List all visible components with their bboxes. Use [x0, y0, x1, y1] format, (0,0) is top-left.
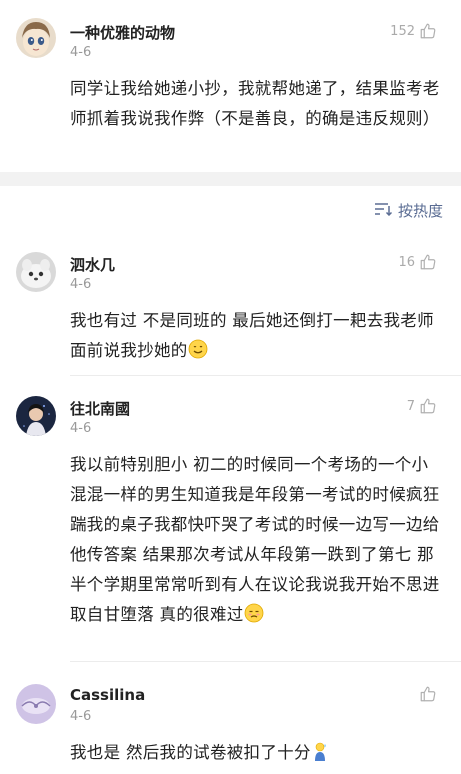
like-count: 152: [390, 23, 415, 39]
sort-button[interactable]: 按热度: [374, 200, 443, 221]
comment-text: 我也有过 不是同班的 最后她还倒打一耙去我老师面前说我抄她的: [70, 311, 434, 360]
username[interactable]: 泗水几: [70, 254, 115, 275]
sort-label: 按热度: [397, 202, 443, 220]
sad-emoji-icon: [244, 603, 264, 633]
sort-bar: 按热度: [0, 186, 461, 232]
section-divider: [0, 172, 461, 186]
comment-text: 同学让我给她递小抄，我就帮她递了，结果监考老师抓着我说我作弊（不是善良，的确是违…: [70, 79, 440, 128]
like-button[interactable]: 152: [390, 22, 437, 40]
avatar[interactable]: [16, 396, 56, 436]
thumbs-up-icon: [419, 685, 437, 703]
avatar[interactable]: [16, 18, 56, 58]
comment-date: 4-6: [70, 45, 92, 60]
thumbs-up-icon: [419, 22, 437, 40]
comment-text: 我也是 然后我的试卷被扣了十分: [70, 743, 311, 762]
comment-text-block: 我也是 然后我的试卷被扣了十分: [70, 738, 443, 771]
comment-item: 泗水几 4-6 16 我也有过 不是同班的 最后她还倒打一耙去我老师面前说我抄她…: [0, 232, 461, 376]
smile-emoji-icon: [188, 339, 208, 369]
like-count: 16: [398, 254, 415, 270]
comment-date: 4-6: [70, 709, 92, 724]
avatar[interactable]: [16, 252, 56, 292]
thumbs-up-icon: [419, 253, 437, 271]
like-count: 7: [406, 398, 415, 414]
avatar[interactable]: [16, 684, 56, 724]
like-button[interactable]: [415, 685, 437, 703]
like-button[interactable]: 16: [398, 253, 437, 271]
like-button[interactable]: 7: [407, 397, 437, 415]
username[interactable]: Cassilina: [70, 686, 145, 704]
comment-item: 往北南國 4-6 7 我以前特别胆小 初二的时候同一个考场的一个小混混一样的男生…: [0, 376, 461, 662]
top-comment: 一种优雅的动物 4-6 152 同学让我给她递小抄，我就帮她递了，结果监考老师抓…: [0, 0, 461, 172]
comment-text-block: 我也有过 不是同班的 最后她还倒打一耙去我老师面前说我抄她的: [70, 306, 443, 369]
username[interactable]: 往北南國: [70, 398, 130, 419]
comment-text: 我以前特别胆小 初二的时候同一个考场的一个小混混一样的男生知道我是年段第一考试的…: [70, 455, 440, 624]
comment-text-block: 我以前特别胆小 初二的时候同一个考场的一个小混混一样的男生知道我是年段第一考试的…: [70, 450, 443, 633]
sort-icon: [374, 202, 393, 220]
sweat-emoji-icon: [311, 741, 329, 771]
thumbs-up-icon: [419, 397, 437, 415]
username[interactable]: 一种优雅的动物: [70, 22, 175, 43]
comment-item: Cassilina 4-6 我也是 然后我的试卷被扣了十分: [0, 662, 461, 774]
comment-date: 4-6: [70, 421, 92, 436]
comment-date: 4-6: [70, 277, 92, 292]
